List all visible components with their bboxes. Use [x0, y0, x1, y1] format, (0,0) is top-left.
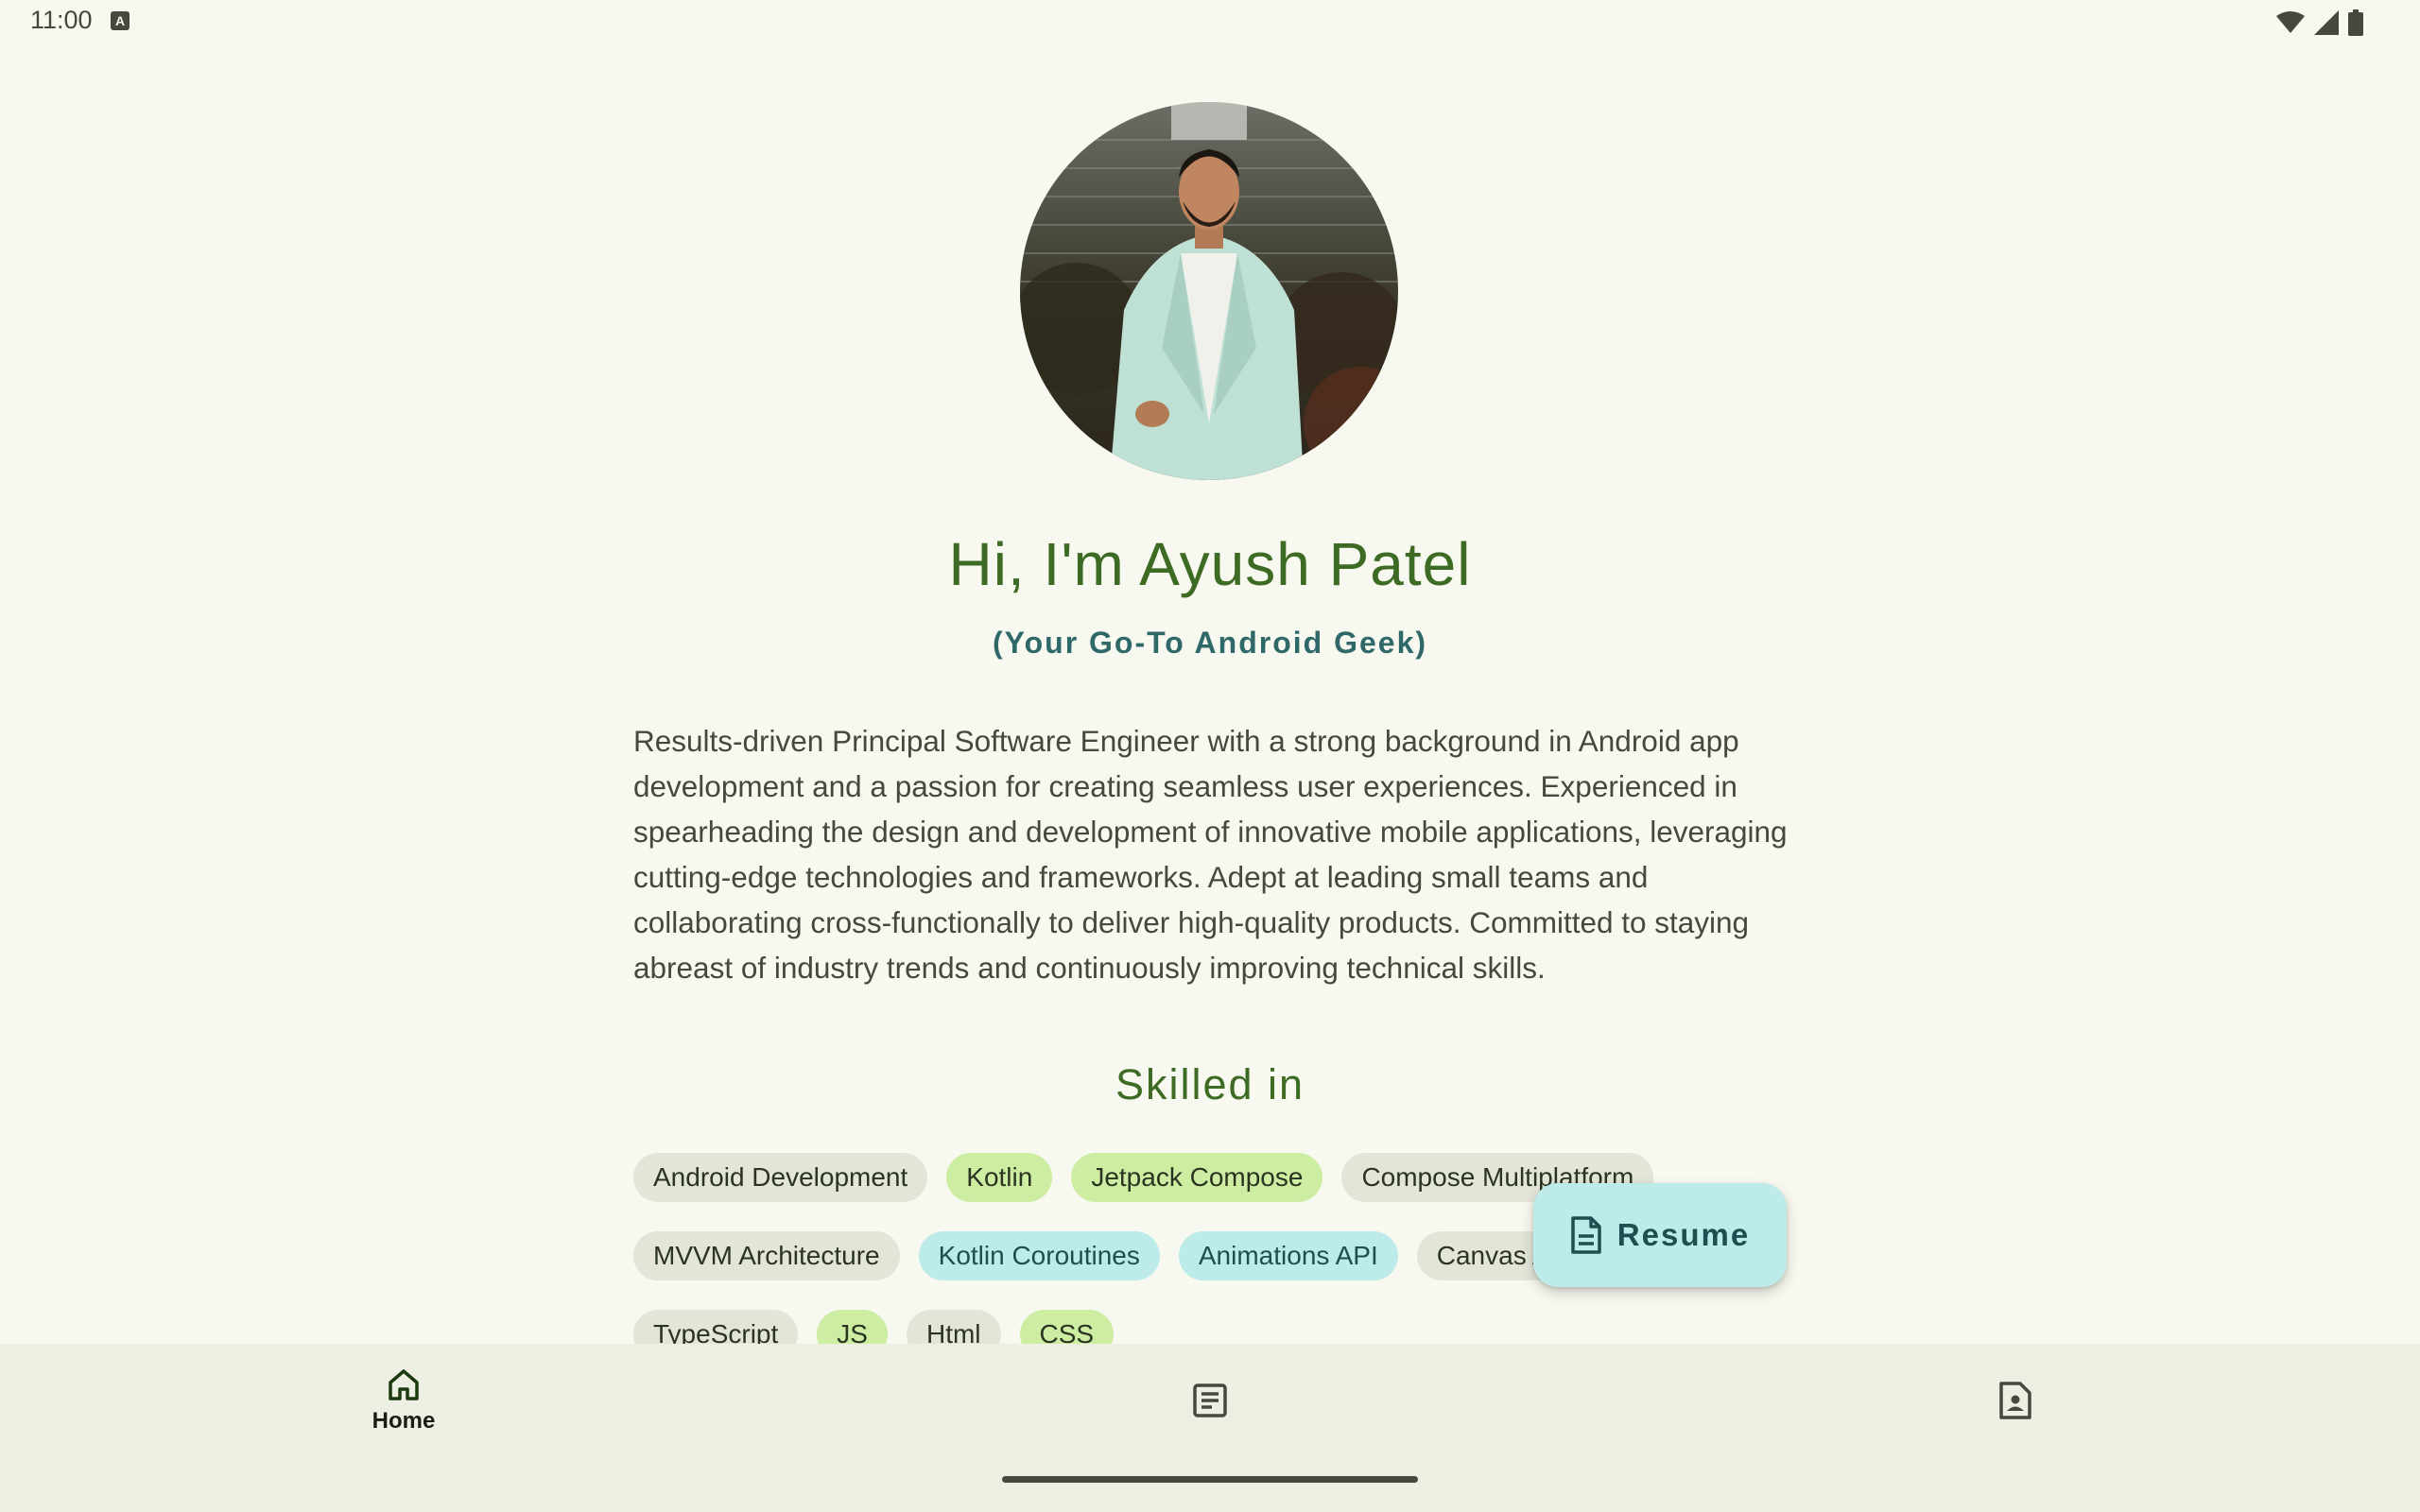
skill-chip[interactable]: Android Development: [633, 1153, 928, 1202]
skills-chip-group: Android Development Kotlin Jetpack Compo…: [0, 1134, 2420, 1344]
nav-item-home[interactable]: Home: [309, 1344, 498, 1457]
bio-paragraph: Results-driven Principal Software Engine…: [633, 724, 1788, 985]
skill-chip[interactable]: TypeScript: [633, 1310, 799, 1344]
bottom-navigation-bar: Home: [0, 1344, 2420, 1512]
status-bar: 11:00 A: [0, 0, 2420, 45]
document-icon: [1571, 1216, 1601, 1254]
skill-chip[interactable]: Kotlin Coroutines: [918, 1231, 1160, 1280]
skill-chip[interactable]: Html: [906, 1310, 1001, 1344]
contact-page-icon: [1999, 1382, 2031, 1419]
skill-chip[interactable]: Kotlin: [946, 1153, 1053, 1202]
profile-photo: [1020, 102, 1398, 480]
status-time: 11:00: [30, 6, 93, 34]
skills-row: TypeScript JS Html CSS: [633, 1310, 1115, 1344]
tagline: (Your Go-To Android Geek): [992, 626, 1428, 660]
cell-signal-icon: [2314, 10, 2339, 35]
skill-chip[interactable]: JS: [817, 1310, 888, 1344]
skill-chip[interactable]: CSS: [1019, 1310, 1115, 1344]
battery-icon: [2348, 9, 2363, 36]
skills-heading: Skilled in: [1115, 1060, 1305, 1108]
skill-chip[interactable]: MVVM Architecture: [633, 1231, 900, 1280]
skill-chip[interactable]: Jetpack Compose: [1071, 1153, 1323, 1202]
notification-icon: A: [111, 11, 130, 30]
nav-item-articles[interactable]: [1115, 1344, 1305, 1457]
status-icons: [2276, 9, 2363, 36]
skill-chip[interactable]: Animations API: [1178, 1231, 1398, 1280]
skills-row: MVVM Architecture Kotlin Coroutines Anim…: [633, 1231, 1596, 1280]
gesture-navigation-bar[interactable]: [1002, 1476, 1418, 1483]
greeting-title: Hi, I'm Ayush Patel: [948, 530, 1472, 598]
article-icon: [1193, 1383, 1227, 1418]
home-icon: [389, 1369, 419, 1400]
skills-row: Android Development Kotlin Jetpack Compo…: [633, 1153, 1654, 1202]
wifi-icon: [2276, 11, 2305, 33]
resume-fab-label: Resume: [1616, 1217, 1751, 1252]
nav-item-contact[interactable]: [1921, 1344, 2110, 1457]
nav-item-home-label: Home: [372, 1408, 436, 1434]
resume-fab-button[interactable]: Resume: [1533, 1183, 1787, 1287]
